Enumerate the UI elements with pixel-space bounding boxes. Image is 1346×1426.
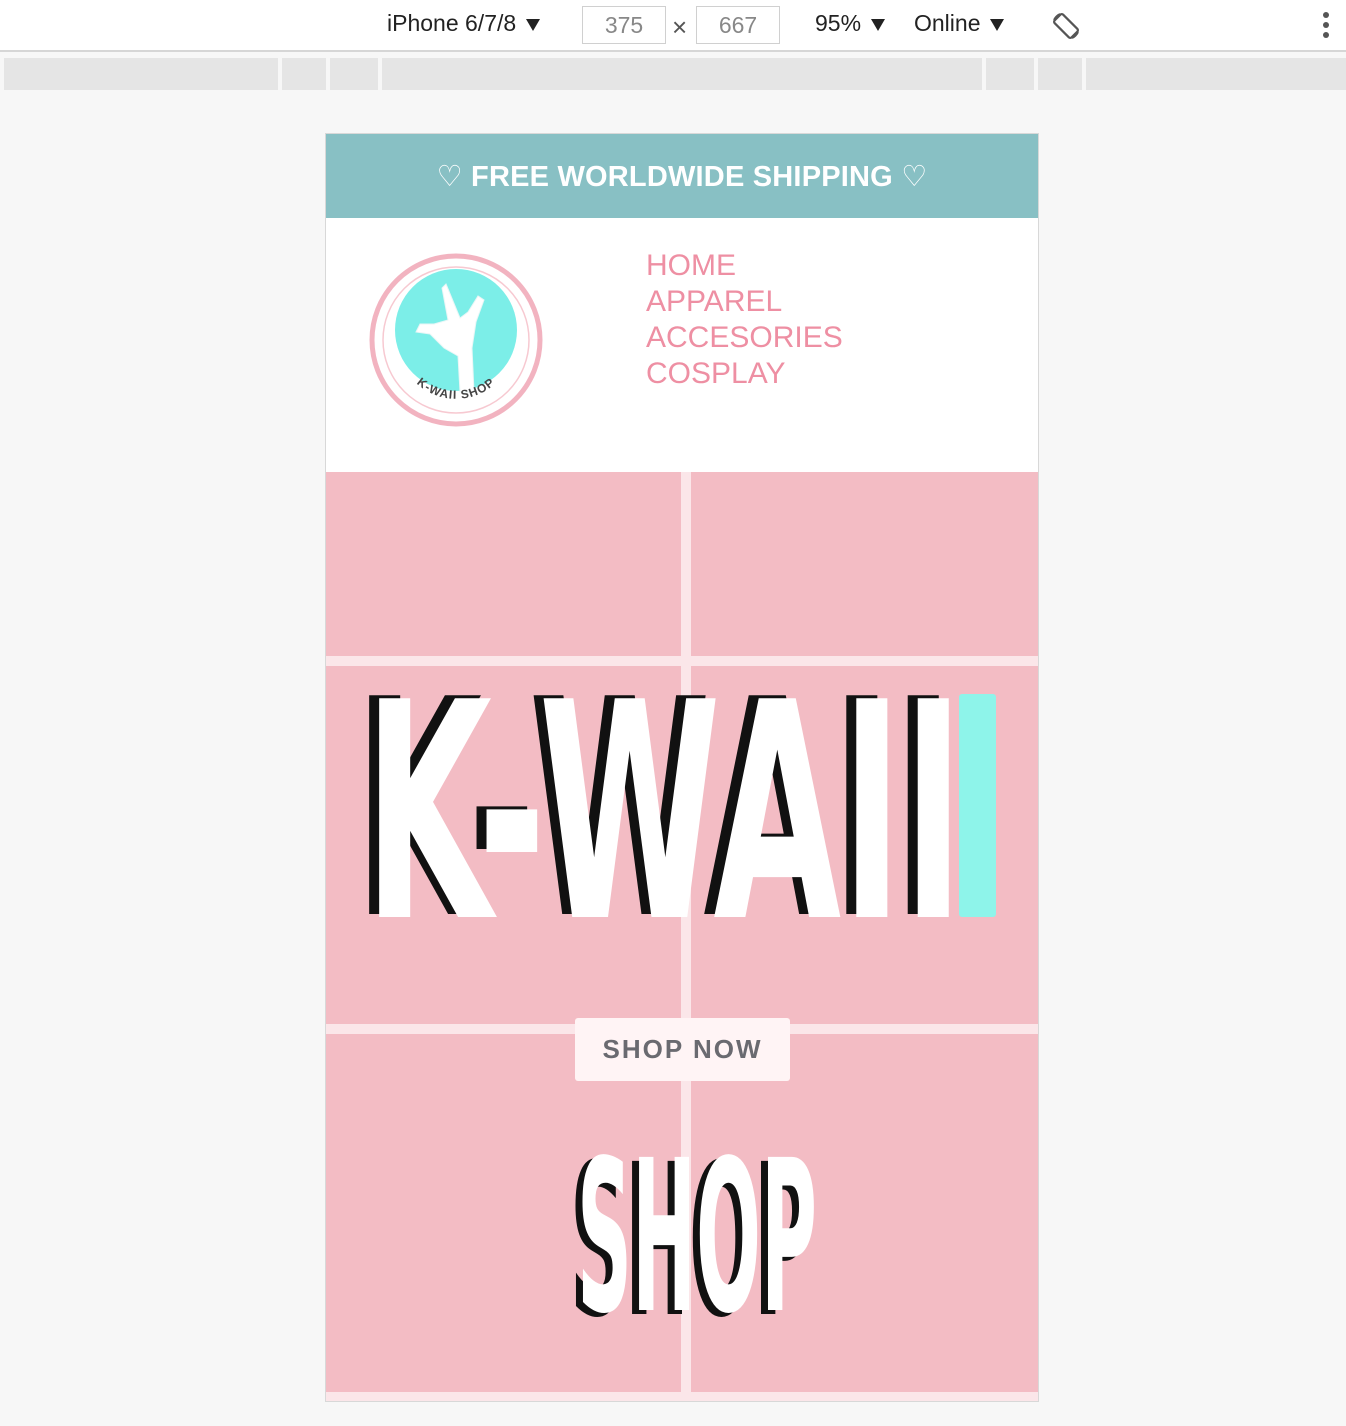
- device-selector-label: iPhone 6/7/8: [387, 10, 517, 36]
- shop-logo[interactable]: K-WAII SHOP: [368, 252, 544, 428]
- hero-banner: K-WAII K-WAII SHOP SHOP SHOP NOW: [326, 472, 1038, 1401]
- device-selector[interactable]: iPhone 6/7/8: [387, 10, 541, 37]
- site-header: K-WAII SHOP HOME APPAREL ACCESORIES COSP…: [326, 218, 1038, 472]
- media-query-segment[interactable]: [4, 58, 278, 90]
- main-nav: HOME APPAREL ACCESORIES COSPLAY: [646, 248, 843, 392]
- hero-accent-bar: [959, 694, 996, 917]
- media-query-bar: [4, 58, 1346, 90]
- viewport-height-input[interactable]: [696, 6, 780, 44]
- device-viewport: ♡ FREE WORLDWIDE SHIPPING ♡ K-WAII SHOP …: [325, 133, 1039, 1402]
- hero-title: K-WAII: [364, 639, 964, 988]
- zoom-selector[interactable]: 95%: [815, 10, 886, 37]
- media-query-segment[interactable]: [1038, 58, 1082, 90]
- more-options-icon[interactable]: [1318, 12, 1334, 42]
- nav-item-home[interactable]: HOME: [646, 248, 843, 284]
- shop-now-button[interactable]: SHOP NOW: [575, 1018, 790, 1081]
- dropdown-arrow-icon: [990, 18, 1005, 31]
- media-query-segment[interactable]: [382, 58, 982, 90]
- viewport-width-input[interactable]: [582, 6, 666, 44]
- network-label: Online: [914, 10, 981, 36]
- nav-item-accesories[interactable]: ACCESORIES: [646, 320, 843, 356]
- media-query-segment[interactable]: [1086, 58, 1346, 90]
- nav-item-apparel[interactable]: APPAREL: [646, 284, 843, 320]
- tile-divider: [326, 1392, 1038, 1401]
- hero-subtitle: SHOP: [577, 1115, 817, 1360]
- media-query-segment[interactable]: [986, 58, 1034, 90]
- network-throttle-selector[interactable]: Online: [914, 10, 1005, 37]
- dimension-separator: ×: [672, 12, 688, 42]
- media-query-segment[interactable]: [282, 58, 326, 90]
- nav-item-cosplay[interactable]: COSPLAY: [646, 356, 843, 392]
- dropdown-arrow-icon: [526, 18, 541, 31]
- hero-graphic: K-WAII K-WAII SHOP SHOP: [326, 472, 1038, 1401]
- device-toolbar: iPhone 6/7/8 × 95% Online: [0, 0, 1346, 52]
- zoom-label: 95%: [815, 10, 862, 36]
- rotate-icon[interactable]: [1050, 10, 1082, 42]
- hero-title-group: K-WAII K-WAII: [354, 636, 964, 988]
- shipping-banner: ♡ FREE WORLDWIDE SHIPPING ♡: [326, 134, 1038, 218]
- hero-subtitle-group: SHOP SHOP: [570, 1115, 817, 1364]
- dropdown-arrow-icon: [871, 18, 886, 31]
- media-query-segment[interactable]: [330, 58, 378, 90]
